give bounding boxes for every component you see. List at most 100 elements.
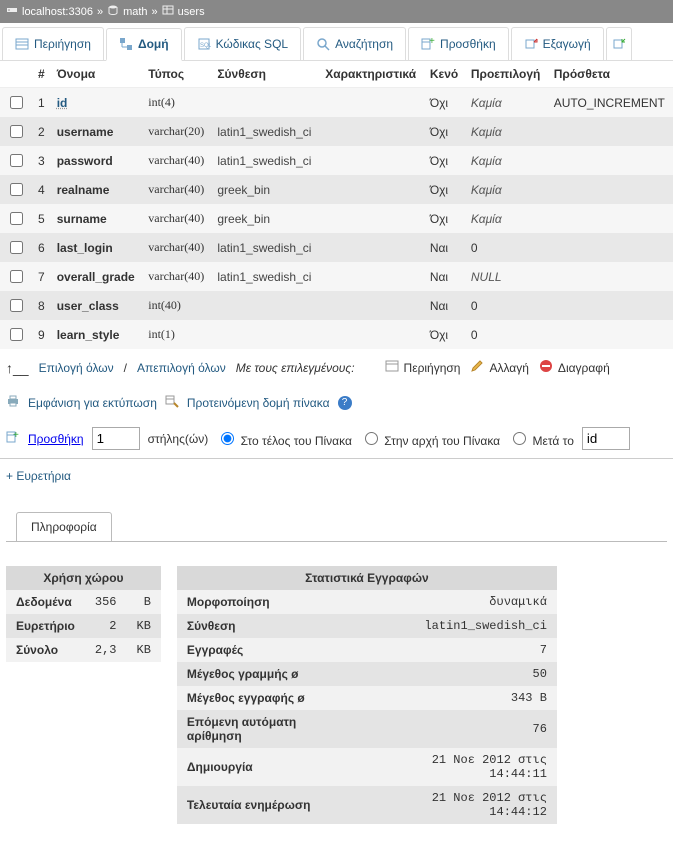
table-row: Μέγεθος γραμμής ø50 xyxy=(177,662,557,686)
col-default: 0 xyxy=(471,299,478,313)
table-row: Μορφοποίησηδυναμικά xyxy=(177,590,557,614)
info-tab[interactable]: Πληροφορία xyxy=(16,512,112,542)
col-collation: latin1_swedish_ci xyxy=(211,262,319,291)
pos-start-option[interactable]: Στην αρχή του Πίνακα xyxy=(360,429,500,448)
pos-start-radio[interactable] xyxy=(365,432,378,445)
col-num: # xyxy=(32,61,51,88)
check-all-link[interactable]: Επιλογή όλων xyxy=(39,361,114,375)
row-checkbox[interactable] xyxy=(10,154,23,167)
add-cols-word: στήλης(ών) xyxy=(148,432,209,446)
svg-text:SQL: SQL xyxy=(200,43,211,49)
table-row: 6last_loginvarchar(40)latin1_swedish_ciΝ… xyxy=(0,233,673,262)
row-checkbox[interactable] xyxy=(10,183,23,196)
col-type: varchar(40) xyxy=(142,262,211,291)
row-checkbox[interactable] xyxy=(10,299,23,312)
col-default: 0 xyxy=(471,328,478,342)
database-icon xyxy=(107,4,119,19)
propose-structure-link[interactable]: Προτεινόμενη δομή πίνακα xyxy=(187,396,330,410)
breadcrumb-db[interactable]: math xyxy=(123,6,147,18)
col-type: int(40) xyxy=(142,291,211,320)
add-count-input[interactable] xyxy=(92,427,140,450)
tab-export[interactable]: Εξαγωγή xyxy=(511,27,604,60)
col-null: Όχι xyxy=(424,320,465,349)
bulk-drop[interactable]: Διαγραφή xyxy=(539,359,610,376)
pos-after-radio[interactable] xyxy=(513,432,526,445)
space-index-val: 2 xyxy=(85,614,127,638)
space-index-label: Ευρετήριο xyxy=(6,614,85,638)
table-icon xyxy=(162,4,174,19)
col-num: 6 xyxy=(32,233,51,262)
space-total-label: Σύνολο xyxy=(6,638,85,662)
bulk-actions: ↑__ Επιλογή όλων / Απεπιλογή όλων Με του… xyxy=(0,349,673,386)
svg-text:+: + xyxy=(13,430,19,441)
pos-after-option[interactable]: Μετά το xyxy=(508,429,574,448)
pos-end-option[interactable]: Στο τέλος του Πίνακα xyxy=(216,429,352,448)
tab-search[interactable]: Αναζήτηση xyxy=(303,27,406,60)
tab-export-label: Εξαγωγή xyxy=(543,37,591,51)
col-extra xyxy=(548,175,673,204)
after-field-input[interactable] xyxy=(582,427,630,450)
row-stats-table: Στατιστικά Εγγραφών Μορφοποίησηδυναμικά … xyxy=(177,566,557,824)
tab-browse[interactable]: Περιήγηση xyxy=(2,27,104,60)
space-usage-table: Χρήση χώρου Δεδομένα 356 B Ευρετήριο 2 K… xyxy=(6,566,161,662)
col-num: 3 xyxy=(32,146,51,175)
col-num: 8 xyxy=(32,291,51,320)
tab-structure[interactable]: Δομή xyxy=(106,28,182,61)
row-checkbox[interactable] xyxy=(10,328,23,341)
col-attributes xyxy=(319,117,424,146)
col-null: Όχι xyxy=(424,88,465,118)
tab-more[interactable] xyxy=(606,27,632,60)
indexes-toggle[interactable]: + Ευρετήρια xyxy=(0,459,673,493)
col-num: 5 xyxy=(32,204,51,233)
table-row: Σύνολο 2,3 KB xyxy=(6,638,161,662)
col-default: 0 xyxy=(471,241,478,255)
breadcrumb-table[interactable]: users xyxy=(178,6,205,18)
sql-icon: SQL xyxy=(197,37,211,51)
table-row: 8user_classint(40)Ναι0 xyxy=(0,291,673,320)
table-row: 7overall_gradevarchar(40)latin1_swedish_… xyxy=(0,262,673,291)
col-null: Όχι xyxy=(424,146,465,175)
table-row: Δεδομένα 356 B xyxy=(6,590,161,614)
column-name-link[interactable]: id xyxy=(57,96,68,110)
column-name: password xyxy=(57,154,113,168)
column-name: username xyxy=(57,125,114,139)
tab-sql[interactable]: SQL Κώδικας SQL xyxy=(184,27,302,60)
table-row: Επόμενη αυτόματη αρίθμηση76 xyxy=(177,710,557,748)
column-name: user_class xyxy=(57,299,119,313)
table-row: Μέγεθος εγγραφής ø343 B xyxy=(177,686,557,710)
table-row: 5surnamevarchar(40)greek_binΌχιΚαμία xyxy=(0,204,673,233)
tab-insert-label: Προσθήκη xyxy=(440,37,496,51)
col-extra xyxy=(548,117,673,146)
row-checkbox[interactable] xyxy=(10,125,23,138)
col-type: int(4) xyxy=(142,88,211,118)
column-name: surname xyxy=(57,212,107,226)
col-attributes xyxy=(319,175,424,204)
row-checkbox[interactable] xyxy=(10,241,23,254)
tab-insert[interactable]: + Προσθήκη xyxy=(408,27,509,60)
add-columns-link[interactable]: Προσθήκη xyxy=(28,432,84,446)
row-checkbox[interactable] xyxy=(10,96,23,109)
col-collation xyxy=(211,291,319,320)
col-default: Προεπιλογή xyxy=(465,61,548,88)
col-name: Όνομα xyxy=(51,61,143,88)
space-data-val: 356 xyxy=(85,590,127,614)
breadcrumb-server[interactable]: localhost:3306 xyxy=(22,6,93,18)
pencil-icon xyxy=(470,359,484,376)
col-extra xyxy=(548,146,673,175)
pos-end-radio[interactable] xyxy=(221,432,234,445)
row-checkbox[interactable] xyxy=(10,212,23,225)
bulk-browse[interactable]: Περιήγηση xyxy=(385,359,461,376)
col-extra xyxy=(548,204,673,233)
svg-text:+: + xyxy=(429,37,435,47)
row-checkbox[interactable] xyxy=(10,270,23,283)
col-type: varchar(40) xyxy=(142,175,211,204)
bulk-change[interactable]: Αλλαγή xyxy=(470,359,528,376)
col-num: 4 xyxy=(32,175,51,204)
col-attributes xyxy=(319,204,424,233)
help-icon[interactable]: ? xyxy=(338,396,352,410)
wand-icon xyxy=(165,394,179,411)
print-view-link[interactable]: Εμφάνιση για εκτύπωση xyxy=(28,396,157,410)
tab-structure-label: Δομή xyxy=(138,37,169,51)
uncheck-all-link[interactable]: Απεπιλογή όλων xyxy=(137,361,226,375)
col-num: 9 xyxy=(32,320,51,349)
